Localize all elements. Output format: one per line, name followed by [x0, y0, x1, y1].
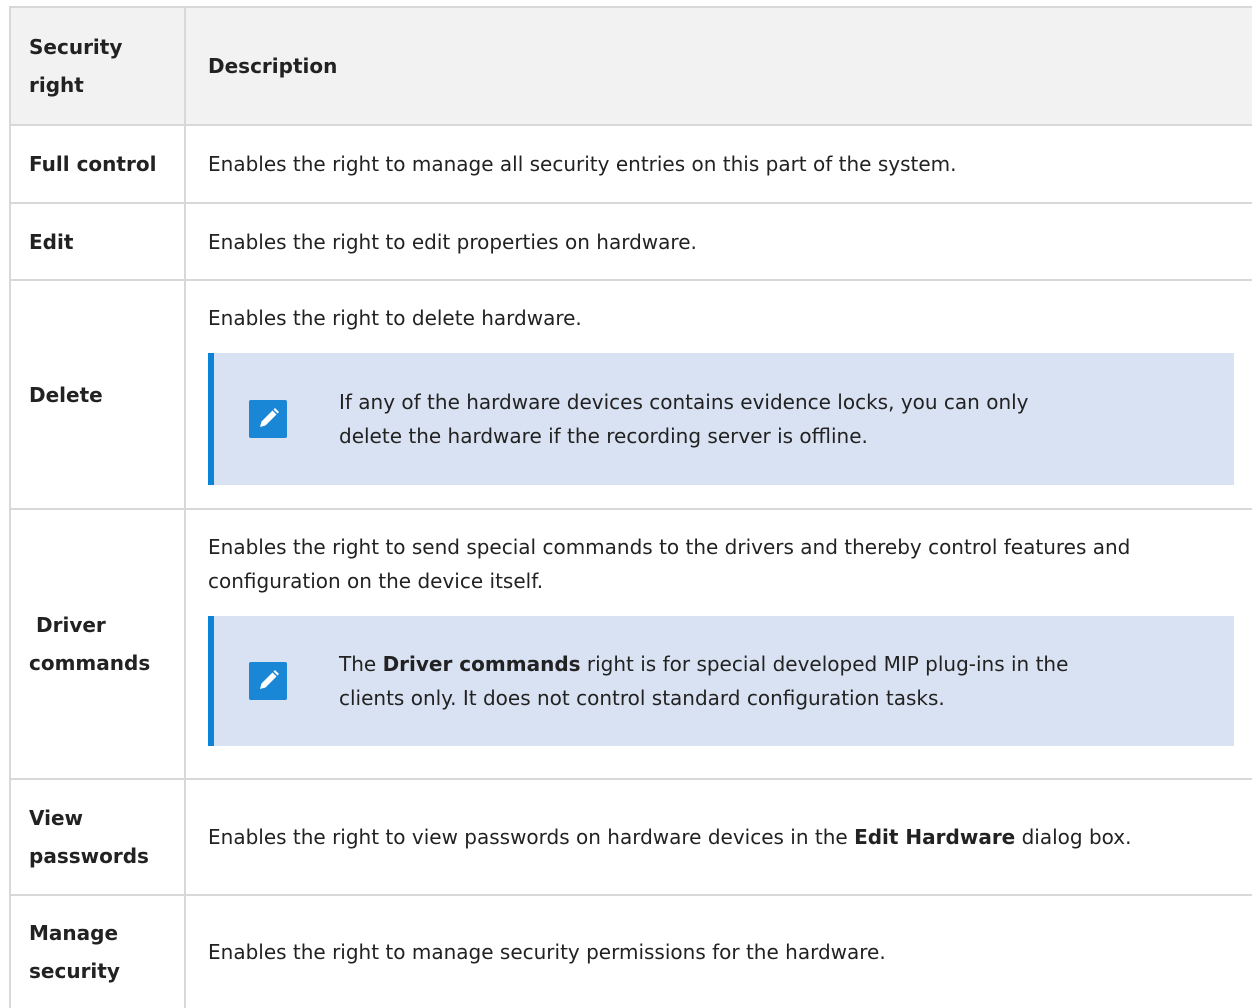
right-description-cell: Enables the right to delete hardware. If…	[186, 281, 1252, 508]
table-row-full-control: Full control Enables the right to manage…	[11, 126, 1252, 204]
right-description-cell: Enables the right to edit properties on …	[186, 204, 1252, 279]
right-name-line1: Manage	[29, 921, 119, 945]
right-name: View passwords	[11, 780, 186, 894]
description-term: Edit Hardware	[854, 825, 1016, 849]
note-text-line2: delete the hardware if the recording ser…	[339, 424, 868, 448]
description-post: dialog box.	[1015, 825, 1132, 849]
note-text-line2: clients only. It does not control standa…	[339, 686, 945, 710]
right-description-line2: configuration on the device itself.	[208, 569, 544, 593]
right-description: Enables the right to view passwords on h…	[208, 820, 1234, 854]
note-text-post: right is for special developed MIP plug-…	[580, 652, 1069, 676]
right-description-cell: Enables the right to manage security per…	[186, 896, 1252, 1008]
security-rights-table: Security right Description Full control …	[9, 6, 1252, 1008]
header-description: Description	[186, 8, 1252, 124]
header-security-right-line2: right	[29, 73, 84, 97]
table-row-driver-commands: Driver commands Enables the right to sen…	[11, 510, 1252, 780]
right-name: Manage security	[11, 896, 186, 1008]
table-row-delete: Delete Enables the right to delete hardw…	[11, 281, 1252, 510]
table-row-view-passwords: View passwords Enables the right to view…	[11, 780, 1252, 896]
header-description-label: Description	[208, 54, 338, 78]
right-name: Full control	[11, 126, 186, 202]
right-description: Enables the right to manage all security…	[208, 152, 957, 176]
table-header-row: Security right Description	[11, 8, 1252, 126]
right-description: Enables the right to manage security per…	[208, 940, 886, 964]
right-description-cell: Enables the right to manage all security…	[186, 126, 1252, 202]
header-security-right-line1: Security	[29, 35, 123, 59]
right-name: Delete	[11, 281, 186, 508]
note-text-line1: If any of the hardware devices contains …	[339, 390, 1029, 414]
header-security-right: Security right	[11, 8, 186, 124]
note-box: The Driver commands right is for special…	[208, 616, 1234, 746]
right-name-line2: security	[29, 959, 120, 983]
pencil-note-icon	[249, 400, 287, 438]
note-text-line1: The Driver commands right is for special…	[339, 647, 1108, 681]
right-name-line2: commands	[29, 651, 151, 675]
note-text-pre: The	[339, 652, 383, 676]
right-description-cell: Enables the right to view passwords on h…	[186, 780, 1252, 894]
right-description-line1: Enables the right to send special comman…	[208, 535, 1131, 559]
right-name: Driver commands	[11, 510, 186, 778]
description-pre: Enables the right to view passwords on h…	[208, 825, 855, 849]
right-name-line2: passwords	[29, 844, 149, 868]
right-description: Enables the right to delete hardware.	[208, 306, 582, 330]
table-row-edit: Edit Enables the right to edit propertie…	[11, 204, 1252, 281]
pencil-note-icon	[249, 662, 287, 700]
right-name: Edit	[11, 204, 186, 279]
note-box: If any of the hardware devices contains …	[208, 353, 1234, 485]
table-row-manage-security: Manage security Enables the right to man…	[11, 896, 1252, 1008]
right-description-cell: Enables the right to send special comman…	[186, 510, 1252, 778]
note-term: Driver commands	[382, 652, 581, 676]
right-name-line1: View	[29, 806, 84, 830]
right-name-line1: Driver	[36, 613, 106, 637]
right-description: Enables the right to edit properties on …	[208, 229, 697, 254]
